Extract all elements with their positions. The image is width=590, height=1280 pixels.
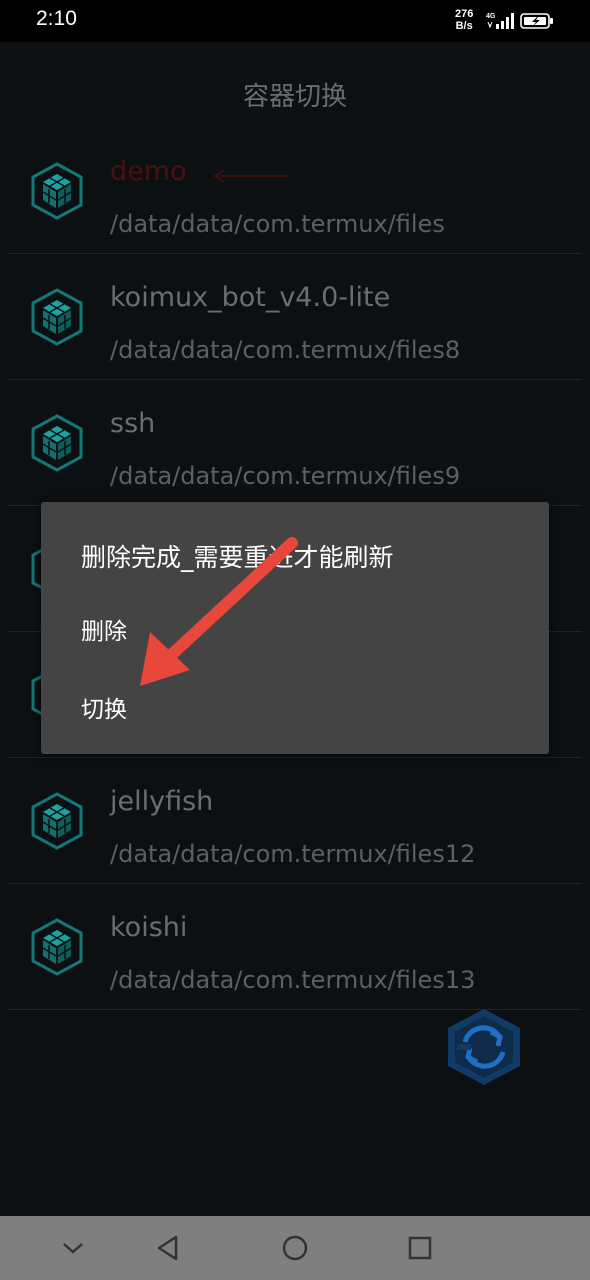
recents-icon[interactable] xyxy=(402,1230,438,1266)
container-name: jellyfish xyxy=(110,786,214,817)
container-item[interactable]: ssh /data/data/com.termux/files9 xyxy=(0,380,590,506)
action-dialog: 删除完成_需要重进才能刷新 删除 切换 xyxy=(41,502,549,754)
cube-icon xyxy=(31,288,83,346)
chevron-down-icon[interactable] xyxy=(55,1230,91,1266)
dialog-title: 删除完成_需要重进才能刷新 xyxy=(81,543,394,572)
page-title: 容器切换 xyxy=(242,82,347,112)
switch-fab-button[interactable] xyxy=(443,1006,525,1088)
status-bar: 2:10 276 B/s 4G xyxy=(0,0,590,42)
cube-icon xyxy=(31,918,83,976)
container-path: /data/data/com.termux/files8 xyxy=(110,336,461,364)
network-speed: 276 B/s xyxy=(455,8,473,32)
container-name: ssh xyxy=(110,408,156,439)
network-type: 4G xyxy=(486,13,496,20)
status-time: 2:10 xyxy=(36,7,77,30)
container-path: /data/data/com.termux/files9 xyxy=(110,462,461,490)
network-speed-unit: B/s xyxy=(455,20,473,32)
container-name: koimux_bot_v4.0-lite xyxy=(110,282,391,313)
arrow-left-icon xyxy=(213,169,288,183)
container-name: demo xyxy=(110,156,187,187)
container-item-demo[interactable]: demo /data/data/com.termux/files xyxy=(0,128,590,254)
system-nav-bar xyxy=(0,1216,590,1280)
home-icon[interactable] xyxy=(277,1230,313,1266)
network-speed-value: 276 xyxy=(455,8,474,20)
container-path: /data/data/com.termux/files xyxy=(110,210,445,238)
container-name: koishi xyxy=(110,912,188,943)
container-item[interactable]: koishi /data/data/com.termux/files13 xyxy=(0,884,590,1010)
container-path: /data/data/com.termux/files13 xyxy=(110,966,476,994)
cube-icon xyxy=(31,792,83,850)
cube-icon xyxy=(31,414,83,472)
battery-icon xyxy=(520,13,553,29)
cube-icon xyxy=(31,162,83,220)
container-item[interactable]: koimux_bot_v4.0-lite /data/data/com.term… xyxy=(0,254,590,380)
delete-option[interactable]: 删除 xyxy=(81,612,127,646)
back-icon[interactable] xyxy=(151,1230,187,1266)
container-path: /data/data/com.termux/files12 xyxy=(110,840,476,868)
signal-icon: 4G xyxy=(486,13,514,29)
switch-option[interactable]: 切换 xyxy=(81,690,127,724)
container-item[interactable]: jellyfish /data/data/com.termux/files12 xyxy=(0,758,590,884)
